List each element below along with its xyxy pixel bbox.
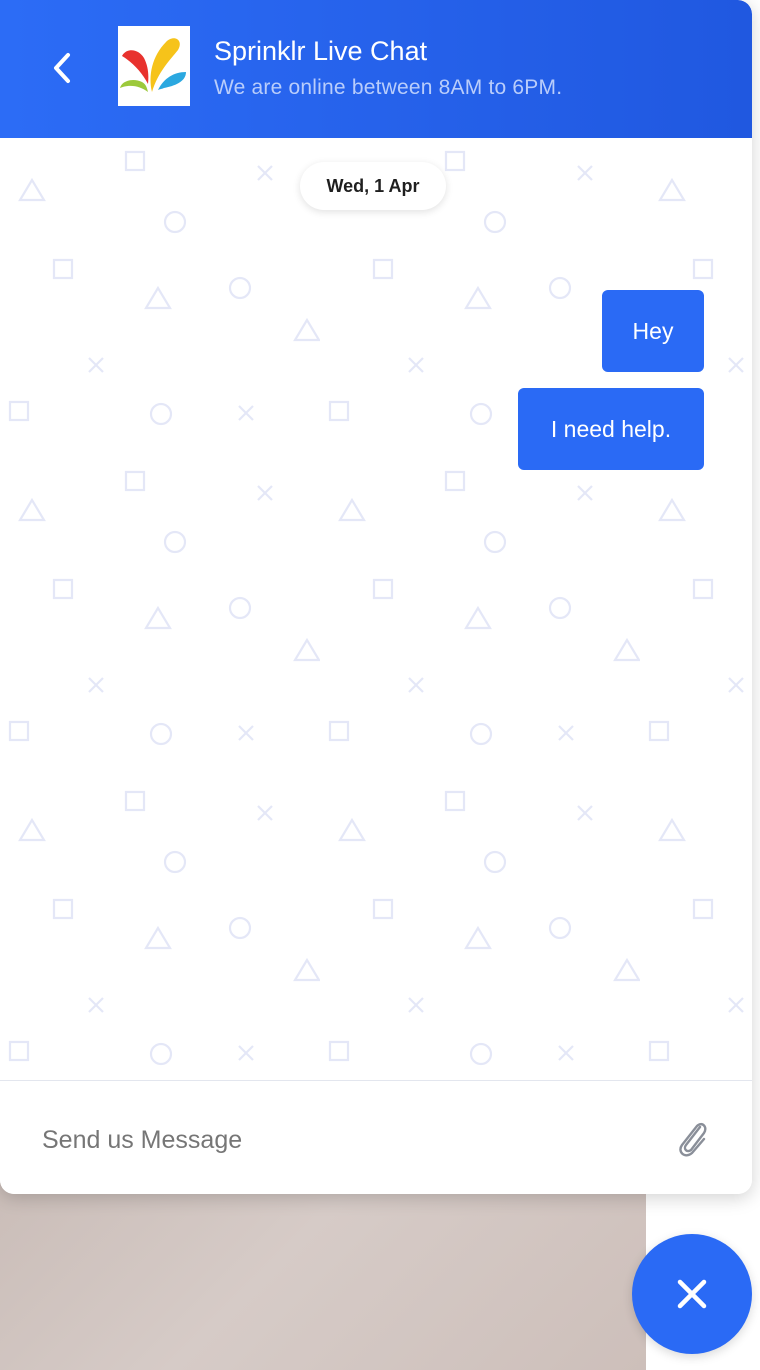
date-separator: Wed, 1 Apr xyxy=(300,162,446,210)
sprinklr-logo xyxy=(118,26,190,106)
chat-title: Sprinklr Live Chat xyxy=(214,36,428,66)
close-icon xyxy=(677,1279,707,1309)
message-bubble-outgoing[interactable]: I need help. xyxy=(518,388,704,470)
message-list[interactable]: Wed, 1 Apr Hey I need help. xyxy=(0,138,752,1080)
chevron-left-icon xyxy=(54,53,70,83)
paperclip-icon xyxy=(679,1122,707,1157)
message-composer xyxy=(0,1080,752,1194)
close-chat-button[interactable] xyxy=(632,1234,752,1354)
back-button[interactable] xyxy=(38,44,86,92)
message-input[interactable] xyxy=(40,1111,644,1169)
chat-widget: Sprinklr Live Chat We are online between… xyxy=(0,0,752,1194)
message-bubble-outgoing[interactable]: Hey xyxy=(602,290,704,372)
chat-subtitle: We are online between 8AM to 6PM. xyxy=(214,76,563,99)
chat-header: Sprinklr Live Chat We are online between… xyxy=(0,0,752,138)
background-pattern xyxy=(0,138,752,1080)
attach-button[interactable] xyxy=(670,1115,714,1159)
sprinklr-logo-icon xyxy=(120,38,186,92)
